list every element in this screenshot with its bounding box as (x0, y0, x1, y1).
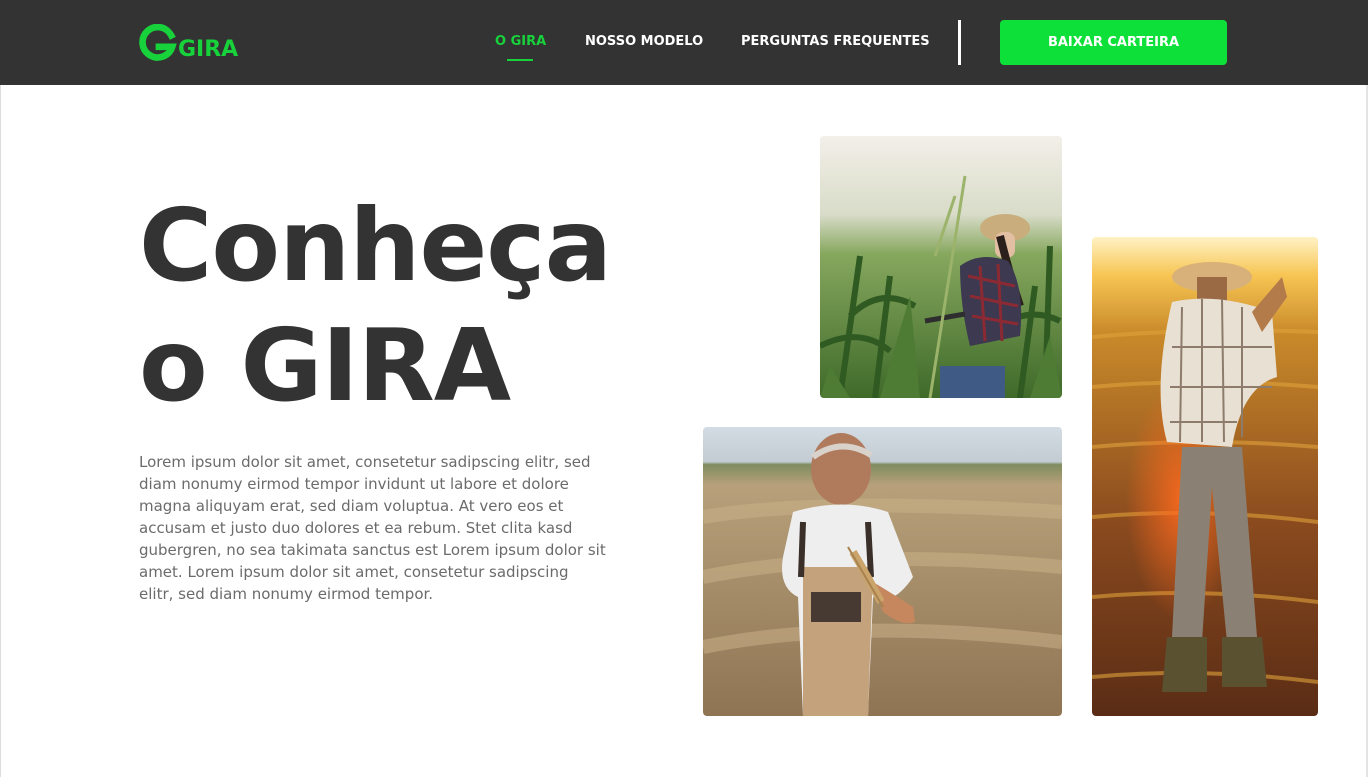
hero-title-line-1: Conheça (139, 187, 612, 304)
nav-divider (958, 20, 961, 65)
top-navigation-bar: GIRA O GIRA NOSSO MODELO PERGUNTAS FREQU… (0, 0, 1368, 85)
nav-item-o-gira[interactable]: O GIRA (495, 34, 546, 50)
hero-description: Lorem ipsum dolor sit amet, consetetur s… (139, 453, 606, 603)
nav-item-nosso-modelo[interactable]: NOSSO MODELO (585, 34, 703, 50)
gira-logo[interactable]: GIRA (139, 22, 238, 62)
farmer-holding-wheat-photo (703, 427, 1062, 716)
logo-text: GIRA (178, 37, 239, 62)
farmer-at-sunset-field-photo (1092, 237, 1318, 716)
gira-logo-mark-icon (139, 24, 177, 61)
hero-title-line-2: o GIRA (139, 307, 511, 424)
woman-in-cornfield-photo (820, 136, 1062, 398)
active-nav-underline (507, 59, 533, 61)
hero-title: Conheça o GIRA (139, 186, 699, 426)
nav-item-perguntas-frequentes[interactable]: PERGUNTAS FREQUENTES (741, 34, 930, 50)
baixar-carteira-button[interactable]: BAIXAR CARTEIRA (1000, 20, 1227, 65)
page-left-border (0, 85, 1, 777)
